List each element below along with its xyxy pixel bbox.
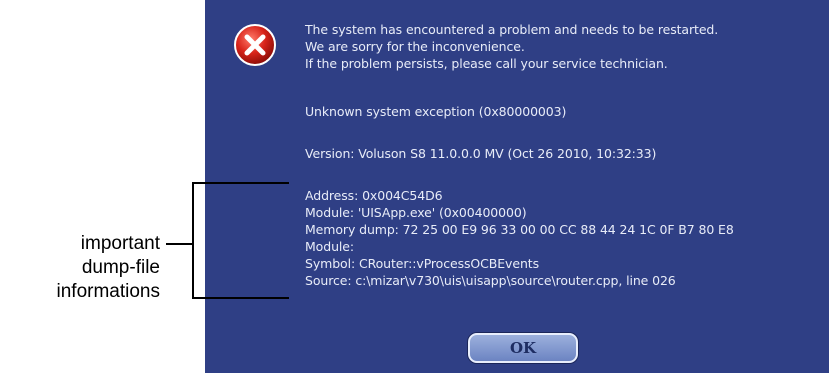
annotation-line: dump-file (81, 257, 160, 278)
annotation-label: important dump-file informations (0, 232, 161, 304)
annotation-line: important (80, 233, 160, 254)
annotation-line: informations (56, 281, 161, 302)
annotation-bracket (166, 182, 289, 299)
